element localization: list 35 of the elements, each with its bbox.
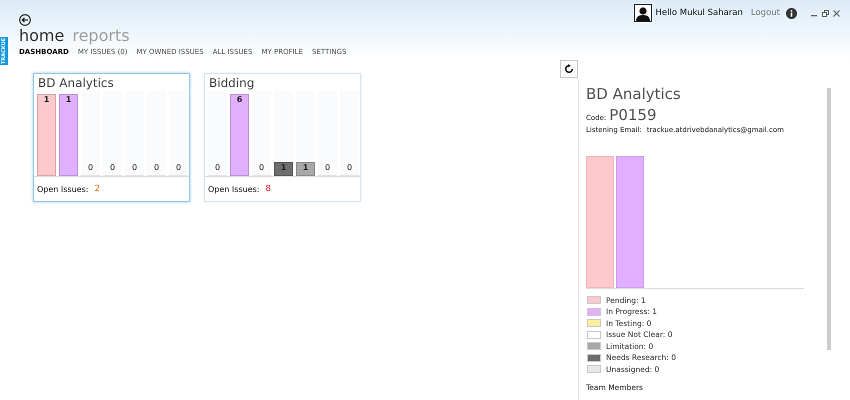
restore-icon[interactable] (822, 10, 829, 16)
scrollbar-thumb[interactable] (827, 88, 831, 350)
project-code: P0159 (609, 106, 657, 124)
project-name: BD Analytics (37, 75, 115, 90)
project-title: BD Analytics (586, 84, 682, 104)
bar-value-label: 1 (66, 95, 72, 106)
bar-value-label: 0 (258, 163, 264, 173)
refresh-button[interactable] (560, 60, 578, 78)
bar-value-label: 6 (236, 95, 242, 106)
bar-value-label: 0 (132, 163, 138, 173)
bar-value-label: 0 (154, 163, 160, 173)
refresh-icon (564, 64, 574, 74)
logout-link[interactable]: Logout (750, 8, 780, 18)
user-greeting: Hello Mukul Saharan (656, 8, 743, 18)
open-issues-label: Open Issues: (37, 184, 88, 194)
page-title-tab[interactable]: home (19, 26, 64, 45)
info-icon[interactable] (786, 8, 797, 18)
bar-value-label: 0 (176, 163, 182, 173)
bar-value-label: 0 (324, 163, 330, 173)
bar-value-label: 0 (88, 163, 94, 173)
bar-value-label: 1 (302, 163, 308, 174)
open-issues-count: 8 (265, 184, 271, 194)
close-icon[interactable] (833, 10, 840, 16)
avatar-icon (634, 4, 652, 22)
project-card[interactable]: BD Analytics 1 1 0 0 0 0 0 Open Issues: 2 (33, 73, 190, 202)
bar-value-label: 0 (110, 163, 116, 173)
open-issues-label: Open Issues: (208, 184, 260, 194)
project-card[interactable]: Bidding 0 6 0 1 1 0 0 Open Issues: 8 (204, 73, 361, 202)
bar-value-label: 1 (280, 163, 286, 174)
bar-value-label: 1 (44, 95, 50, 106)
open-issues-count: 2 (94, 184, 100, 194)
bar-value-label: 0 (214, 163, 220, 173)
bar-value-label: 0 (346, 163, 352, 173)
back-icon[interactable] (19, 14, 31, 26)
project-name: Bidding (208, 75, 256, 90)
